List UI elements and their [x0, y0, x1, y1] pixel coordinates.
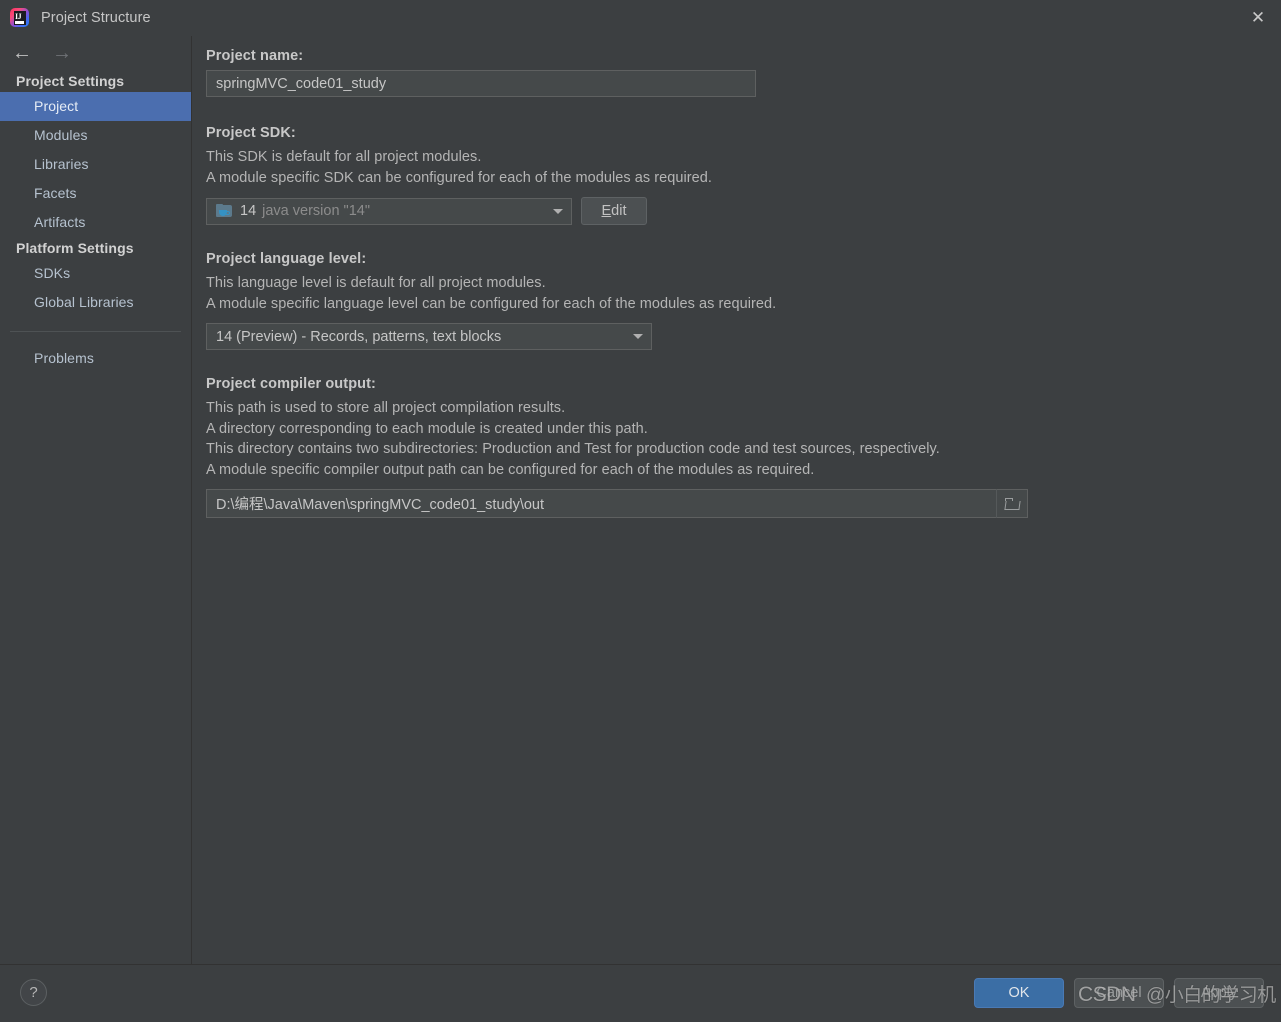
- title-bar: IJ Project Structure ✕: [0, 0, 1281, 36]
- project-sdk-desc-line1: This SDK is default for all project modu…: [206, 149, 482, 165]
- compiler-output-input[interactable]: D:\编程\Java\Maven\springMVC_code01_study\…: [206, 489, 1028, 518]
- project-structure-dialog: IJ Project Structure ✕ ← → Project Setti…: [0, 0, 1281, 1022]
- language-level-desc-line2: A module specific language level can be …: [206, 295, 777, 312]
- edit-button-mnemonic: E: [601, 203, 612, 219]
- language-level-section: Project language level: This language le…: [206, 251, 1281, 350]
- window-title: Project Structure: [41, 10, 151, 26]
- compiler-output-label: Project compiler output:: [206, 376, 376, 392]
- sidebar-item-facets[interactable]: Facets: [0, 179, 191, 208]
- compiler-output-desc-line4: A module specific compiler output path c…: [206, 461, 815, 478]
- forward-arrow-icon[interactable]: →: [52, 43, 72, 63]
- sidebar-item-modules[interactable]: Modules: [0, 121, 191, 150]
- edit-sdk-button[interactable]: Edit: [581, 197, 647, 225]
- main-panel: Project name: springMVC_code01_study Pro…: [193, 36, 1281, 964]
- intellij-idea-logo-icon: IJ: [9, 7, 31, 29]
- back-arrow-icon[interactable]: ←: [12, 43, 32, 63]
- project-sdk-row: 14 java version "14" Edit: [206, 197, 1281, 225]
- chevron-down-icon: [625, 324, 651, 349]
- sidebar-group-project-settings: Project Settings: [16, 73, 125, 89]
- chevron-down-icon: [545, 199, 571, 224]
- compiler-output-desc-line3: This directory contains two subdirectori…: [206, 441, 940, 457]
- folder-browse-icon[interactable]: [996, 489, 1028, 518]
- sidebar-divider: [10, 331, 181, 332]
- apply-button[interactable]: Apply: [1174, 978, 1264, 1008]
- project-sdk-desc-line2: A module specific SDK can be configured …: [206, 169, 712, 186]
- sidebar-item-problems[interactable]: Problems: [0, 344, 191, 373]
- compiler-output-desc-line1: This path is used to store all project c…: [206, 400, 566, 416]
- ok-button[interactable]: OK: [974, 978, 1064, 1008]
- close-icon[interactable]: ✕: [1235, 0, 1281, 34]
- project-name-input[interactable]: springMVC_code01_study: [206, 70, 756, 97]
- help-button[interactable]: ?: [20, 979, 47, 1006]
- language-level-label: Project language level:: [206, 251, 367, 267]
- language-level-desc-line1: This language level is default for all p…: [206, 275, 546, 291]
- sidebar-item-libraries[interactable]: Libraries: [0, 150, 191, 179]
- language-level-dropdown[interactable]: 14 (Preview) - Records, patterns, text b…: [206, 323, 652, 350]
- sidebar-item-project[interactable]: Project: [0, 92, 191, 121]
- language-level-value: 14 (Preview) - Records, patterns, text b…: [216, 328, 502, 345]
- java-sdk-folder-icon: [216, 204, 233, 218]
- sidebar-item-global-libraries[interactable]: Global Libraries: [0, 288, 191, 317]
- project-sdk-label: Project SDK:: [206, 125, 296, 141]
- sidebar: ← → Project Settings Project Modules Lib…: [0, 36, 192, 964]
- footer-buttons: OK Cancel Apply: [974, 978, 1264, 1008]
- navigation-arrows: ← →: [0, 36, 191, 70]
- compiler-output-section: Project compiler output: This path is us…: [206, 376, 1281, 518]
- project-name-label: Project name:: [206, 48, 304, 64]
- sidebar-item-artifacts[interactable]: Artifacts: [0, 208, 191, 237]
- edit-button-rest: dit: [611, 203, 627, 219]
- compiler-output-desc-line2: A directory corresponding to each module…: [206, 420, 648, 437]
- cancel-button[interactable]: Cancel: [1074, 978, 1164, 1008]
- project-sdk-version: 14: [240, 203, 257, 219]
- sidebar-group-platform-settings: Platform Settings: [16, 240, 134, 256]
- project-sdk-dropdown[interactable]: 14 java version "14": [206, 197, 572, 225]
- project-sdk-version-desc: java version "14": [262, 203, 370, 219]
- sidebar-item-sdks[interactable]: SDKs: [0, 259, 191, 288]
